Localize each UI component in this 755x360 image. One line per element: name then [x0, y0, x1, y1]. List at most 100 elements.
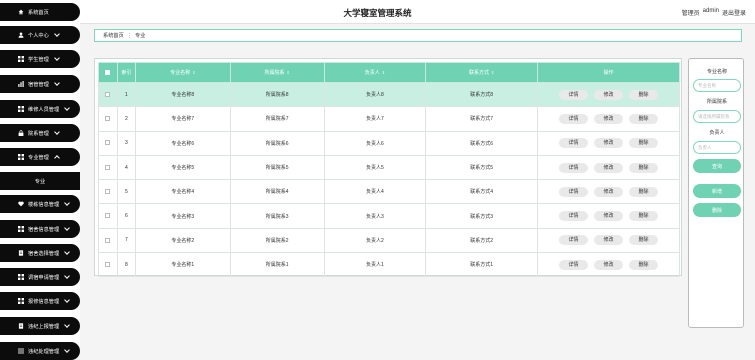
sidebar-item-label: 院系管理 [28, 130, 49, 137]
edit-button[interactable]: 修改 [594, 260, 623, 270]
search-input-name[interactable]: 专业名称 [693, 79, 741, 92]
cell-name: 专业名称7 [135, 107, 230, 131]
detail-button[interactable]: 详情 [559, 260, 588, 270]
detail-button[interactable]: 详情 [559, 114, 588, 124]
sidebar-item-repair[interactable]: 报修信息管理 [0, 292, 80, 310]
chevron-down-icon [64, 273, 70, 279]
table-row[interactable]: 1 专业名称8 所属院系8 负责人8 联系方式8 详情 修改 删除 [99, 83, 680, 107]
cell-leader: 负责人1 [324, 253, 426, 277]
delete-button[interactable]: 删除 [629, 211, 658, 221]
delete-button[interactable]: 删除 [629, 114, 658, 124]
edit-button[interactable]: 修改 [594, 163, 623, 173]
sidebar-item-personal-center[interactable]: 个人中心 [0, 26, 80, 44]
sort-icon: ⇕ [491, 70, 494, 75]
table-row[interactable]: 7 专业名称2 所属院系2 负责人2 联系方式2 详情 修改 删除 [99, 228, 680, 252]
detail-button[interactable]: 详情 [559, 187, 588, 197]
edit-button[interactable]: 修改 [594, 235, 623, 245]
detail-button[interactable]: 详情 [559, 235, 588, 245]
row-checkbox[interactable] [99, 131, 118, 155]
cell-index: 3 [117, 131, 135, 155]
column-header-contact[interactable]: 联系方式⇕ [426, 63, 538, 83]
table-row[interactable]: 3 专业名称6 所属院系6 负责人6 联系方式6 详情 修改 删除 [99, 131, 680, 155]
sidebar-subitem-major[interactable]: 专业 [0, 172, 80, 190]
heart-icon [18, 201, 24, 207]
cell-name: 专业名称3 [135, 204, 230, 228]
sidebar-item-label: 学生管理 [28, 56, 49, 63]
sidebar-item-major[interactable]: 专业管理 [0, 148, 80, 166]
column-header-dept[interactable]: 所属院系⇕ [230, 63, 324, 83]
detail-button[interactable]: 详情 [559, 211, 588, 221]
search-input-leader[interactable]: 负责人 [693, 141, 741, 154]
sidebar-item-label: 系统首页 [28, 9, 49, 16]
row-checkbox[interactable] [99, 155, 118, 179]
logout-link[interactable]: 退出登录 [722, 8, 746, 17]
table-row[interactable]: 2 专业名称7 所属院系7 负责人7 联系方式7 详情 修改 删除 [99, 107, 680, 131]
detail-button[interactable]: 详情 [559, 90, 588, 100]
row-checkbox[interactable] [99, 228, 118, 252]
sidebar-item-dorm-admin[interactable]: 宿管管理 [0, 75, 80, 93]
sidebar-item-transfer[interactable]: 调宿申请管理 [0, 268, 80, 286]
delete-button[interactable]: 删除 [629, 90, 658, 100]
select-all-checkbox[interactable] [99, 63, 118, 83]
row-checkbox[interactable] [99, 107, 118, 131]
detail-button[interactable]: 详情 [559, 163, 588, 173]
sidebar-item-home[interactable]: 系统首页 [0, 3, 80, 21]
row-checkbox[interactable] [99, 204, 118, 228]
grid-icon [18, 298, 24, 304]
row-checkbox[interactable] [99, 83, 118, 107]
delete-button[interactable]: 删除 [629, 138, 658, 148]
column-header-leader[interactable]: 负责人⇕ [324, 63, 426, 83]
sidebar-item-dorm-select[interactable]: 宿舍选择管理 [0, 244, 80, 262]
query-button[interactable]: 查询 [693, 159, 741, 173]
cell-leader: 负责人8 [324, 83, 426, 107]
edit-button[interactable]: 修改 [594, 90, 623, 100]
edit-button[interactable]: 修改 [594, 187, 623, 197]
cell-index: 4 [117, 155, 135, 179]
detail-button[interactable]: 详情 [559, 138, 588, 148]
sidebar-item-building[interactable]: 楼栋信息管理 [0, 195, 80, 213]
table-row[interactable]: 6 专业名称3 所属院系3 负责人3 联系方式3 详情 修改 删除 [99, 204, 680, 228]
delete-button[interactable]: 删除 [629, 163, 658, 173]
chevron-down-icon [64, 105, 70, 111]
table-row[interactable]: 8 专业名称1 所属院系1 负责人1 联系方式1 详情 修改 删除 [99, 253, 680, 277]
cell-dept: 所属院系6 [230, 131, 324, 155]
breadcrumb-home[interactable]: 系统首页 [103, 32, 124, 39]
add-button[interactable]: 新增 [693, 184, 741, 198]
delete-button[interactable]: 删除 [629, 187, 658, 197]
top-header: 大学寝室管理系统 管理员 admin 退出登录 [0, 0, 755, 24]
column-header-name[interactable]: 专业名称⇕ [135, 63, 230, 83]
delete-button[interactable]: 删除 [629, 235, 658, 245]
edit-button[interactable]: 修改 [594, 211, 623, 221]
chevron-down-icon [54, 55, 60, 61]
row-checkbox[interactable] [99, 253, 118, 277]
sidebar-item-label: 专业管理 [28, 154, 49, 161]
chevron-up-icon [54, 155, 60, 161]
delete-button[interactable]: 删除 [629, 260, 658, 270]
cell-name: 专业名称5 [135, 155, 230, 179]
table-row[interactable]: 5 专业名称4 所属院系4 负责人4 联系方式4 详情 修改 删除 [99, 180, 680, 204]
batch-delete-button[interactable]: 删除 [693, 203, 741, 217]
search-panel: 专业名称 专业名称 所属院系 请选择所属院系 负责人 负责人 查询 新增 删除 [688, 58, 744, 328]
sidebar-item-violation-handle[interactable]: 违纪处理管理 [0, 342, 80, 360]
row-checkbox[interactable] [99, 180, 118, 204]
sidebar-item-label: 个人中心 [28, 32, 49, 39]
search-label-name: 专业名称 [689, 68, 745, 75]
home-icon [18, 9, 24, 15]
table-row[interactable]: 4 专业名称5 所属院系5 负责人5 联系方式5 详情 修改 删除 [99, 155, 680, 179]
edit-button[interactable]: 修改 [594, 138, 623, 148]
search-select-dept[interactable]: 请选择所属院系 [693, 110, 741, 123]
sidebar-item-department[interactable]: 院系管理 [0, 124, 80, 142]
chevron-down-icon [64, 200, 70, 206]
cell-ops: 详情 修改 删除 [538, 131, 680, 155]
sidebar-item-violation-report[interactable]: 违纪上报管理 [0, 317, 80, 335]
sidebar-item-repair-staff[interactable]: 维修人员管理 [0, 100, 80, 118]
sidebar-item-student[interactable]: 学生管理 [0, 50, 80, 68]
cell-contact: 联系方式4 [426, 180, 538, 204]
app-title: 大学寝室管理系统 [0, 7, 755, 19]
sidebar-item-label: 违纪上报管理 [28, 323, 59, 330]
breadcrumb-current: 专业 [135, 32, 145, 39]
sidebar-item-dorm-info[interactable]: 宿舍信息管理 [0, 220, 80, 238]
sort-icon: ⇕ [286, 70, 289, 75]
sidebar-item-label: 楼栋信息管理 [28, 201, 59, 208]
edit-button[interactable]: 修改 [594, 114, 623, 124]
